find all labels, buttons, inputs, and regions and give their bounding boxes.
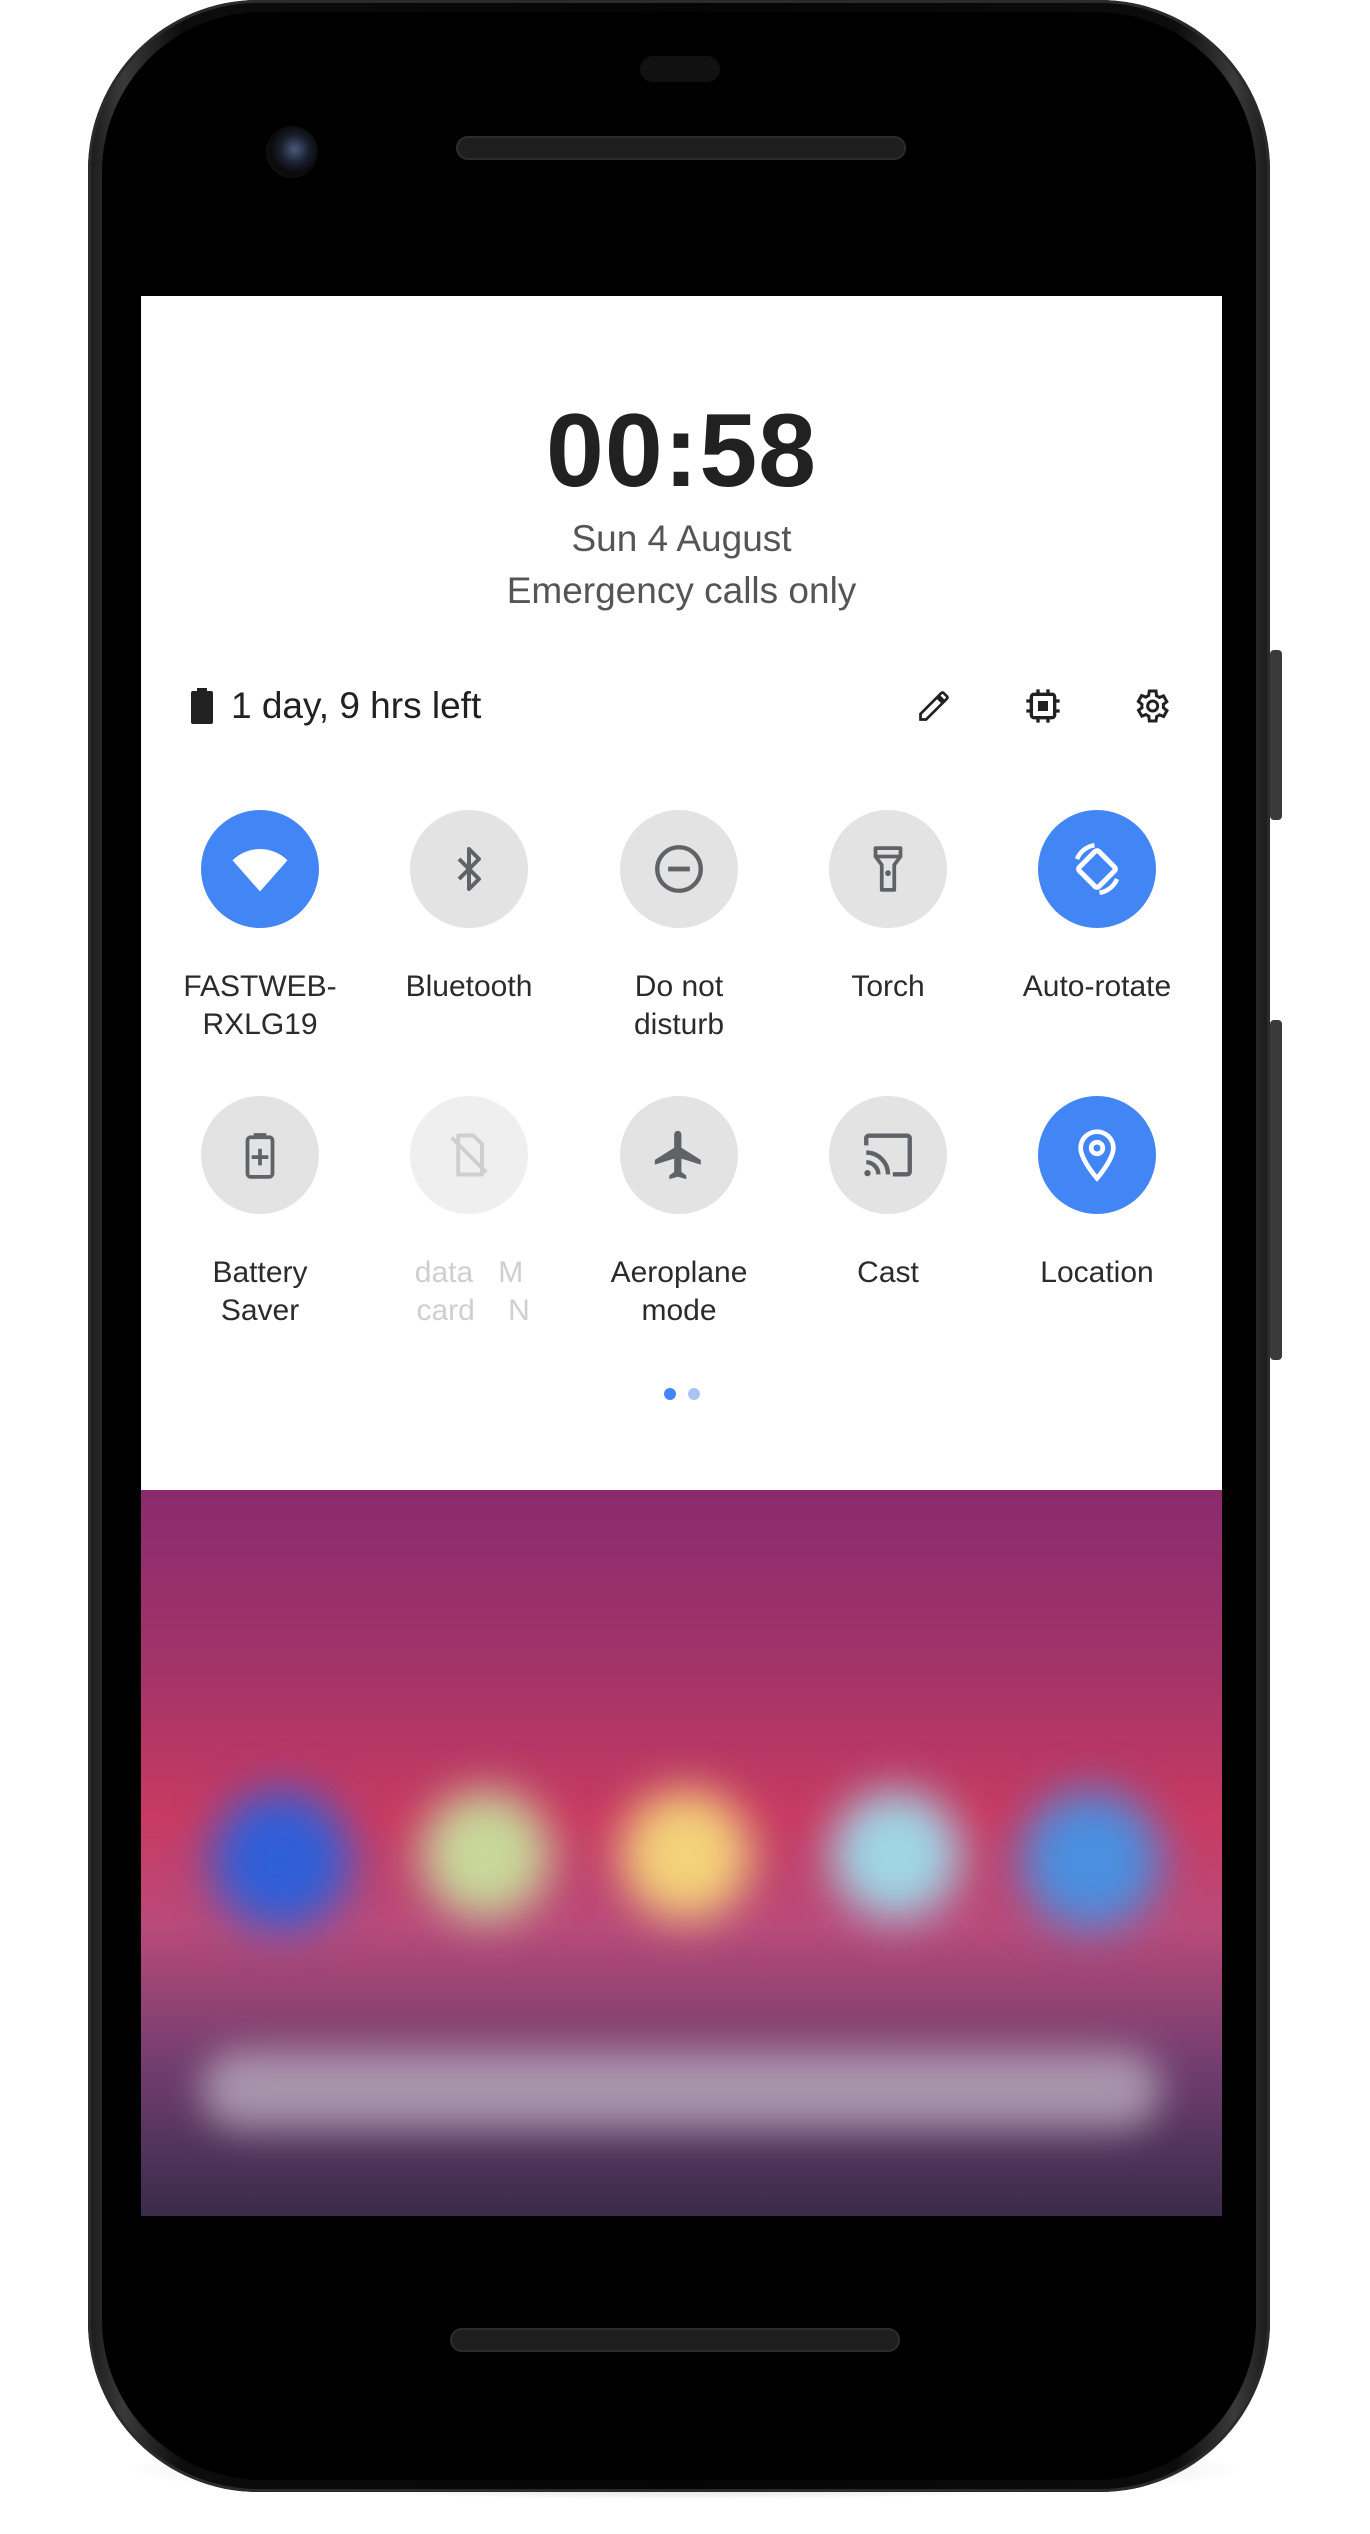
sensor-slot — [640, 56, 720, 82]
blurred-app-icon — [831, 1790, 961, 1920]
tile-circle — [829, 810, 947, 928]
tile-label: Torch — [851, 970, 925, 1003]
tile-circle — [201, 810, 319, 928]
earpiece-speaker — [456, 136, 906, 160]
page-dot — [687, 1388, 700, 1400]
bluetooth-icon — [457, 847, 481, 891]
tile-cast[interactable]: Cast — [788, 1096, 988, 1292]
power-button — [1270, 650, 1282, 820]
clock: 00:58 — [546, 393, 817, 509]
tile-wifi[interactable]: FASTWEB- RXLG19 — [160, 810, 360, 1044]
tile-torch[interactable]: Torch — [788, 810, 988, 1006]
no-sim-icon — [450, 1133, 488, 1177]
location-icon — [1078, 1129, 1116, 1182]
battery-remaining: 1 day, 9 hrs left — [231, 685, 482, 726]
tile-circle — [1038, 810, 1156, 928]
blurred-app-icon — [621, 1790, 751, 1920]
tile-battery-saver[interactable]: Battery Saver — [160, 1096, 360, 1330]
tile-circle — [201, 1096, 319, 1214]
date: Sun 4 August — [571, 518, 792, 559]
tile-label: Location — [1040, 1256, 1154, 1289]
battery-icon — [191, 688, 213, 724]
aeroplane-icon — [654, 1130, 701, 1180]
blurred-app-icon — [1021, 1790, 1161, 1930]
tile-location[interactable]: Location — [997, 1096, 1197, 1292]
wifi-icon — [232, 849, 288, 892]
tile-label: Bluetooth — [405, 970, 533, 1003]
torch-icon — [873, 846, 903, 892]
tile-circle — [829, 1096, 947, 1214]
blurred-search-bar — [201, 2050, 1161, 2130]
tile-aeroplane-mode[interactable]: Aeroplane mode — [579, 1096, 779, 1330]
edit-icon[interactable] — [904, 676, 964, 736]
battery-saver-icon — [245, 1133, 275, 1179]
tile-label: Auto-rotate — [1022, 970, 1172, 1003]
tile-label: Battery Saver — [212, 1256, 308, 1327]
settings-icon[interactable] — [1121, 676, 1181, 736]
blurred-home-screen — [141, 1490, 1222, 2216]
tile-label: Aeroplane mode — [610, 1256, 748, 1327]
tile-mobile-data[interactable]: data M card N — [369, 1096, 569, 1330]
screen: 00:58 Sun 4 August Emergency calls only … — [141, 296, 1222, 2216]
tile-circle — [410, 810, 528, 928]
bottom-speaker — [450, 2328, 900, 2352]
page-dot-active — [663, 1388, 676, 1400]
tile-label: Cast — [857, 1256, 919, 1289]
tile-label: FASTWEB- RXLG19 — [183, 970, 337, 1041]
tile-do-not-disturb[interactable]: Do not disturb — [579, 810, 779, 1044]
do-not-disturb-icon — [655, 845, 703, 893]
front-camera — [266, 126, 318, 178]
tile-circle — [1038, 1096, 1156, 1214]
tile-label: Do not disturb — [633, 970, 725, 1041]
tile-bluetooth[interactable]: Bluetooth — [369, 810, 569, 1006]
quick-settings-panel: 00:58 Sun 4 August Emergency calls only … — [141, 296, 1222, 1490]
tile-circle — [410, 1096, 528, 1214]
battery-status[interactable]: 1 day, 9 hrs left — [191, 676, 481, 736]
auto-rotate-icon — [1074, 843, 1120, 895]
page-indicator[interactable] — [141, 1388, 1222, 1400]
volume-button — [1270, 1020, 1282, 1360]
tile-circle — [620, 1096, 738, 1214]
tile-circle — [620, 810, 738, 928]
tile-auto-rotate[interactable]: Auto-rotate — [997, 810, 1197, 1006]
carrier-status: Emergency calls only — [506, 570, 857, 611]
chip-icon[interactable] — [1013, 676, 1073, 736]
tile-label: data M card N — [414, 1256, 530, 1327]
blurred-app-icon — [421, 1790, 551, 1920]
blurred-app-icon — [211, 1790, 351, 1930]
cast-icon — [864, 1133, 912, 1177]
